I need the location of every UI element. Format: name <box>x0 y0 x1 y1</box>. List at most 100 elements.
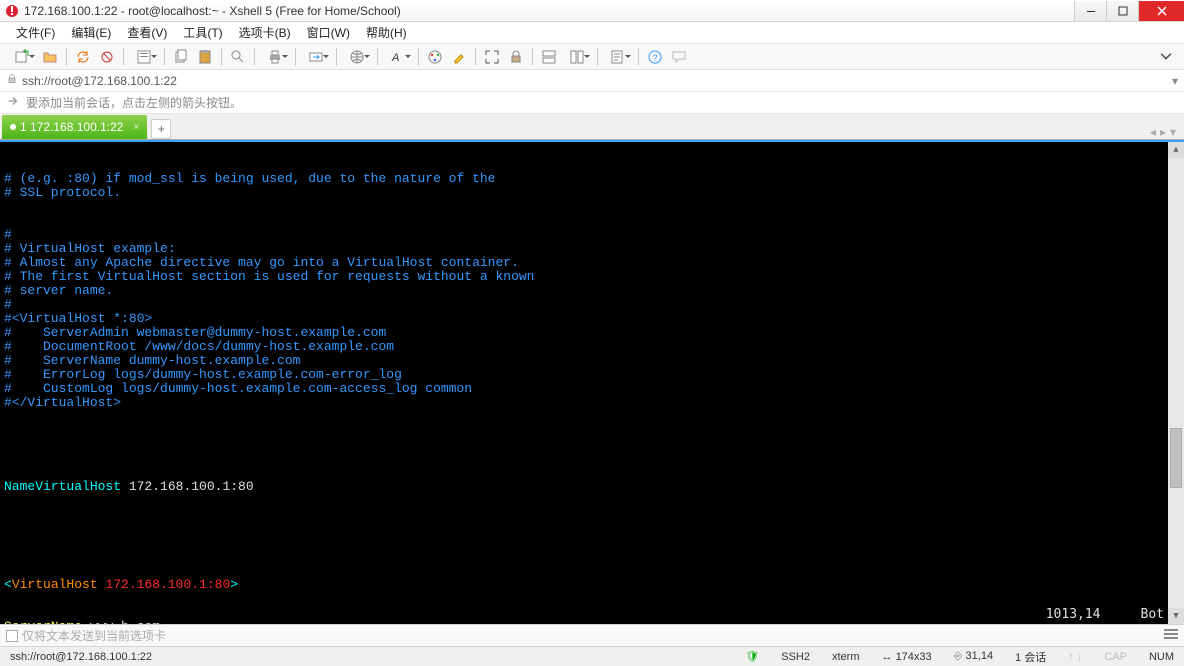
window-title: 172.168.100.1:22 - root@localhost:~ - Xs… <box>24 4 1074 18</box>
menu-window[interactable]: 窗口(W) <box>299 22 358 43</box>
tile-horizontal-button[interactable] <box>538 46 560 68</box>
term-line: # <box>4 228 1180 242</box>
globe-button[interactable] <box>342 46 372 68</box>
color-scheme-button[interactable] <box>424 46 446 68</box>
app-icon <box>4 3 20 19</box>
term-line: # ErrorLog logs/dummy-host.example.com-e… <box>4 368 1180 382</box>
scroll-down-icon[interactable]: ▼ <box>1168 608 1184 624</box>
font-button[interactable]: A <box>383 46 413 68</box>
address-text[interactable]: ssh://root@172.168.100.1:22 <box>22 74 1172 88</box>
tab-status-icon <box>10 124 16 130</box>
term-line: #</VirtualHost> <box>4 396 1180 410</box>
tile-vertical-button[interactable] <box>562 46 592 68</box>
address-bar: ssh://root@172.168.100.1:22 ▾ <box>0 70 1184 92</box>
status-sessions: 1 会话 <box>1011 649 1050 665</box>
session-hint-text: 要添加当前会话，点击左侧的箭头按钮。 <box>26 94 242 111</box>
status-size: 174x33 <box>896 651 932 663</box>
status-connection: ssh://root@172.168.100.1:22 <box>6 651 156 663</box>
add-session-arrow-icon[interactable] <box>6 94 20 111</box>
close-button[interactable] <box>1138 1 1184 21</box>
term-line: # CustomLog logs/dummy-host.example.com-… <box>4 382 1180 396</box>
tab-close-icon[interactable]: × <box>133 122 139 133</box>
term-text: ServerName <box>4 619 82 624</box>
terminal-scrollbar[interactable]: ▲ ▼ <box>1168 142 1184 624</box>
help-button[interactable]: ? <box>644 46 666 68</box>
term-line: # DocumentRoot /www/docs/dummy-host.exam… <box>4 340 1180 354</box>
send-all-checkbox[interactable] <box>6 630 18 642</box>
copy-button[interactable] <box>170 46 192 68</box>
term-line: # server name. <box>4 284 1180 298</box>
status-bar: ssh://root@172.168.100.1:22 🛡 SSH2 xterm… <box>0 646 1184 666</box>
compose-input[interactable]: 仅将文本发送到当前选项卡 <box>22 627 1160 644</box>
term-text: www.b.com <box>82 619 160 624</box>
term-line: # <box>4 298 1180 312</box>
vim-scroll-pos: Bot <box>1141 608 1164 622</box>
lock-icon <box>6 73 18 88</box>
comment-button[interactable] <box>668 46 690 68</box>
tab-prev-icon[interactable]: ◂ <box>1150 125 1156 139</box>
paste-button[interactable] <box>194 46 216 68</box>
menu-tab[interactable]: 选项卡(B) <box>231 22 299 43</box>
script-button[interactable] <box>603 46 633 68</box>
new-tab-button[interactable]: + <box>151 119 171 139</box>
scroll-up-icon[interactable]: ▲ <box>1168 142 1184 158</box>
status-num: NUM <box>1145 651 1178 663</box>
open-button[interactable] <box>39 46 61 68</box>
tab-active[interactable]: 1 172.168.100.1:22 × <box>2 115 147 139</box>
size-icon: ↔ <box>882 651 893 663</box>
status-cursor: 31,14 <box>966 650 994 662</box>
svg-text:?: ? <box>653 53 658 63</box>
find-button[interactable] <box>227 46 249 68</box>
term-line: # ServerAdmin webmaster@dummy-host.examp… <box>4 326 1180 340</box>
reconnect-button[interactable] <box>72 46 94 68</box>
term-text: 172.168.100.1:80 <box>105 577 230 592</box>
print-button[interactable] <box>260 46 290 68</box>
term-line <box>4 424 1180 438</box>
vim-status-line: 1013,14 Bot <box>1046 608 1164 622</box>
cursor-pos-icon: ⎆ <box>954 650 963 662</box>
disconnect-button[interactable] <box>96 46 118 68</box>
term-line: #<VirtualHost *:80> <box>4 312 1180 326</box>
session-hint-bar: 要添加当前会话，点击左侧的箭头按钮。 <box>0 92 1184 114</box>
scrollbar-thumb[interactable] <box>1170 428 1182 488</box>
term-line: # VirtualHost example: <box>4 242 1180 256</box>
term-line: # The first VirtualHost section is used … <box>4 270 1180 284</box>
tab-list-icon[interactable]: ▾ <box>1170 125 1176 139</box>
term-line: # ServerName dummy-host.example.com <box>4 354 1180 368</box>
file-transfer-button[interactable] <box>301 46 331 68</box>
menu-file[interactable]: 文件(F) <box>8 22 63 43</box>
ssh-status-icon: 🛡 <box>741 650 763 663</box>
svg-text:A: A <box>391 52 399 64</box>
tab-next-icon[interactable]: ▸ <box>1160 125 1166 139</box>
term-line <box>4 214 1180 228</box>
menu-bar: 文件(F) 编辑(E) 查看(V) 工具(T) 选项卡(B) 窗口(W) 帮助(… <box>0 22 1184 44</box>
menu-edit[interactable]: 编辑(E) <box>63 22 119 43</box>
status-terminal-type: xterm <box>828 651 864 663</box>
status-cap: CAP <box>1100 651 1131 663</box>
term-line <box>4 200 1180 214</box>
properties-button[interactable] <box>129 46 159 68</box>
menu-help[interactable]: 帮助(H) <box>358 22 415 43</box>
menu-view[interactable]: 查看(V) <box>119 22 175 43</box>
compose-menu-icon[interactable] <box>1164 628 1178 643</box>
upload-icon: ↑ <box>1068 651 1074 663</box>
highlight-button[interactable] <box>448 46 470 68</box>
toolbar-overflow-button[interactable] <box>1155 46 1177 68</box>
new-session-button[interactable] <box>7 46 37 68</box>
minimize-button[interactable] <box>1074 1 1106 21</box>
toolbar: A ? <box>0 44 1184 70</box>
title-bar: 172.168.100.1:22 - root@localhost:~ - Xs… <box>0 0 1184 22</box>
tab-label: 1 172.168.100.1:22 <box>20 120 123 134</box>
lock-button[interactable] <box>505 46 527 68</box>
term-text: < <box>4 577 12 592</box>
menu-tools[interactable]: 工具(T) <box>175 22 230 43</box>
maximize-button[interactable] <box>1106 1 1138 21</box>
terminal[interactable]: # (e.g. :80) if mod_ssl is being used, d… <box>0 140 1184 624</box>
compose-bar: 仅将文本发送到当前选项卡 <box>0 624 1184 646</box>
tab-nav-arrows: ◂ ▸ ▾ <box>1150 125 1184 139</box>
term-line: # Almost any Apache directive may go int… <box>4 256 1180 270</box>
status-protocol: SSH2 <box>777 651 814 663</box>
term-text: 172.168.100.1:80 <box>121 479 254 494</box>
address-dropdown-icon[interactable]: ▾ <box>1172 74 1178 88</box>
fullscreen-button[interactable] <box>481 46 503 68</box>
